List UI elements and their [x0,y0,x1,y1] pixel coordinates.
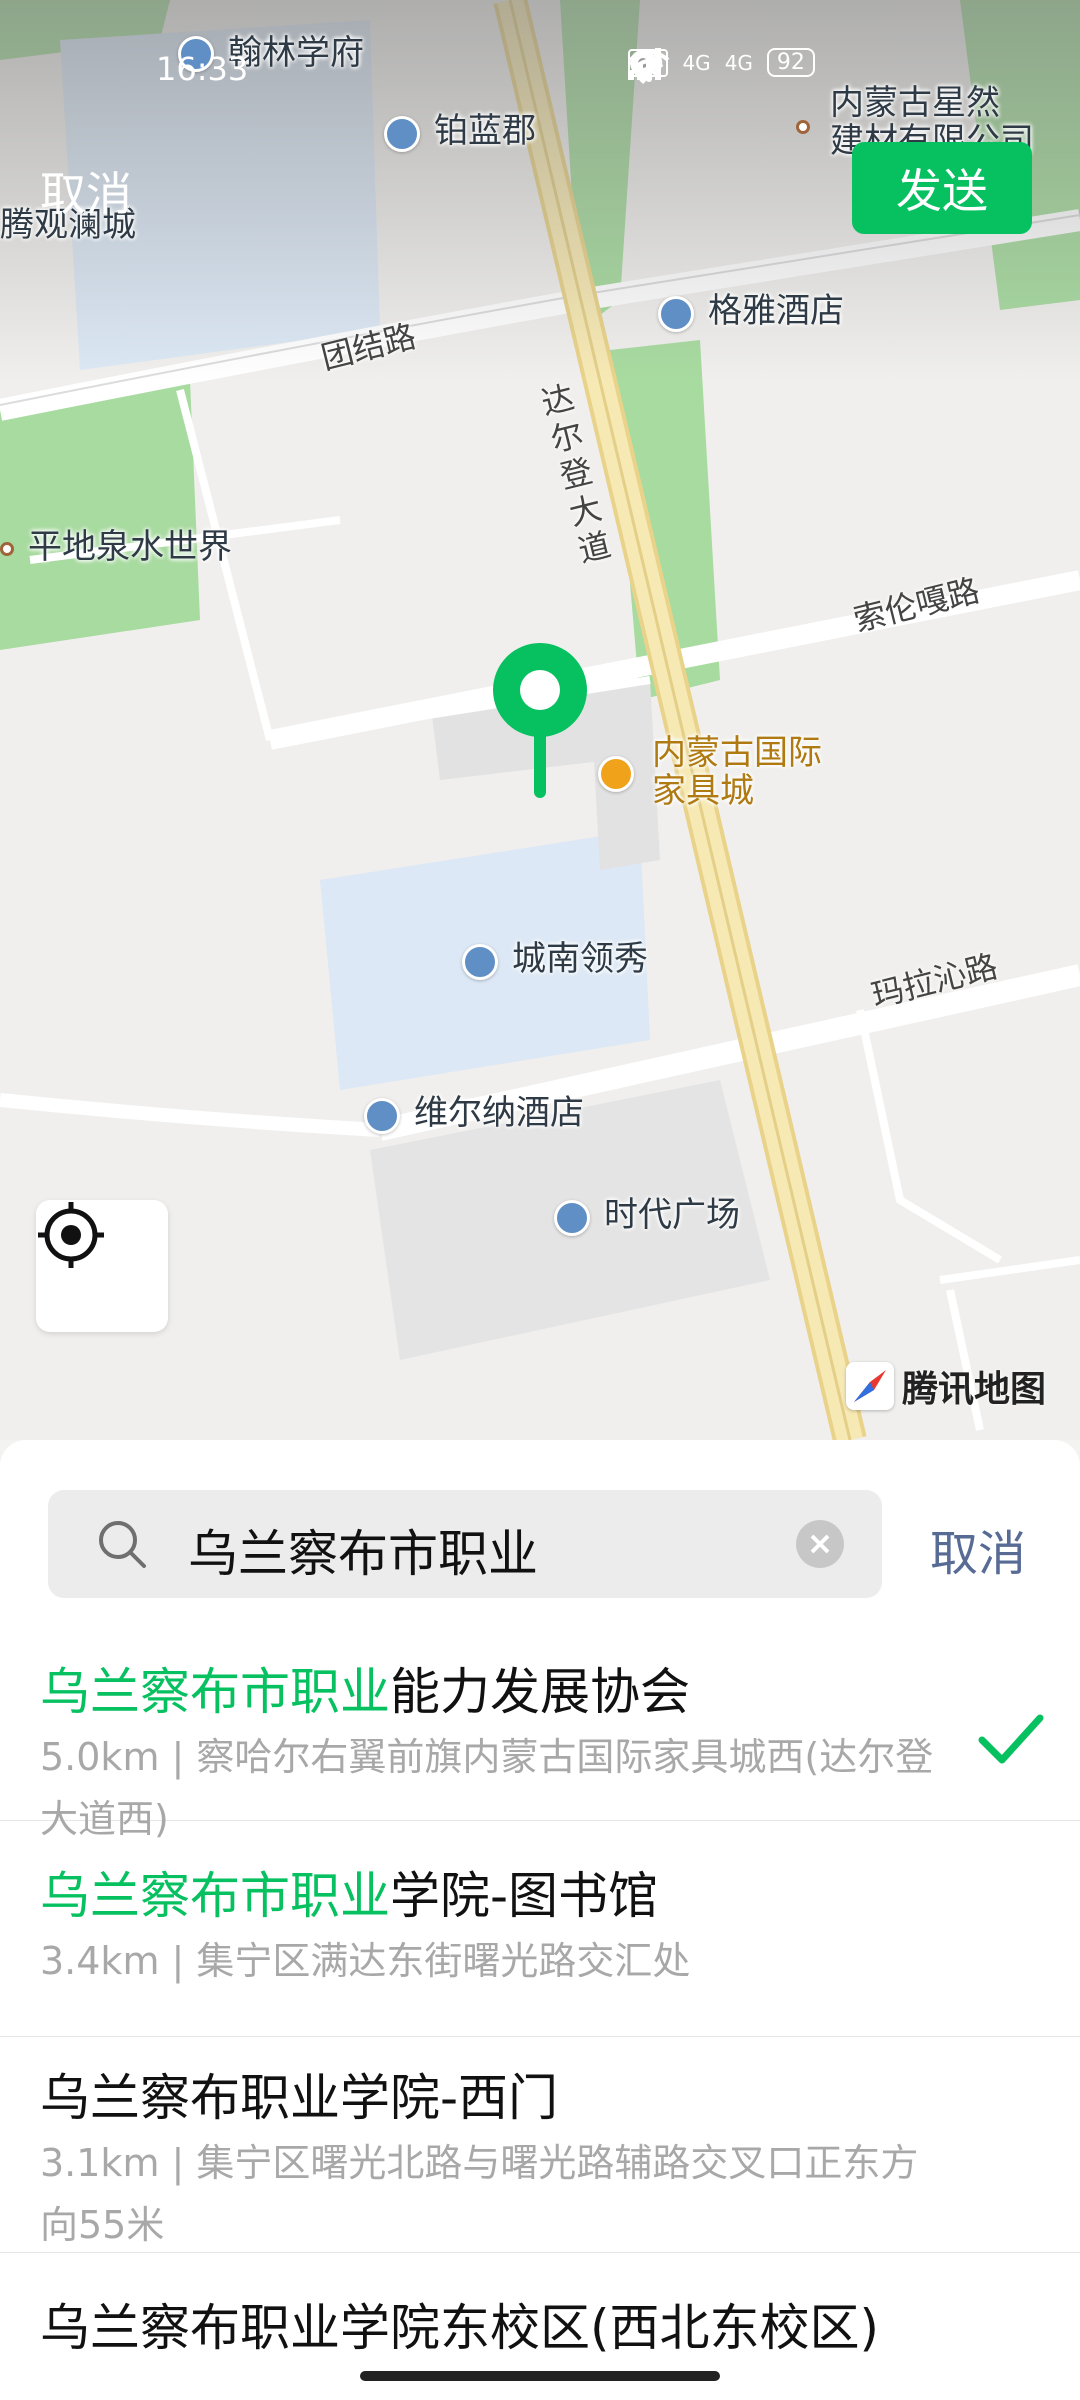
result-title-rest: 能力发展协会 [390,1663,690,1721]
poi-weierna[interactable]: 维尔纳酒店 [414,1093,584,1133]
poi-bolanjun[interactable]: 铂蓝郡 [434,111,536,151]
send-button[interactable]: 发送 [852,142,1032,234]
check-icon [978,1714,1044,1764]
location-pin-icon [493,643,587,798]
signal-icon [628,48,661,80]
list-item[interactable]: 乌兰察布市职业学院-图书馆 3.4km | 集宁区满达东街曙光路交汇处 [0,1820,1080,2037]
tencent-map-brand: 腾讯地图 [902,1369,1047,1410]
network-4g-1: 4G [682,50,711,75]
result-title-rest: 乌兰察布职业学院东校区(西北东校区) [40,2299,880,2357]
result-title-highlight: 乌兰察布市职业 [40,1663,390,1721]
result-title: 乌兰察布市职业能力发展协会 [40,1652,690,1724]
search-panel: 乌兰察布市职业 取消 乌兰察布市职业能力发展协会 5.0km | 察哈尔右翼前旗… [0,1440,1080,2400]
shopping-icon [598,756,634,792]
home-indicator[interactable] [360,2371,720,2381]
attraction-icon [0,542,14,556]
poi-pingdi[interactable]: 平地泉水世界 [28,527,232,567]
hotel-icon [658,296,694,332]
result-title-rest: 学院-图书馆 [390,1867,659,1925]
tencent-map-logo: 腾讯地图 [846,1360,1046,1412]
status-icons: HD 4G 4G 92 [628,48,815,84]
poi-furniture-line2[interactable]: 家具城 [652,771,754,811]
residential-icon [384,116,420,152]
search-query: 乌兰察布市职业 [188,1525,538,1583]
residential-icon [462,944,498,980]
company-icon [796,120,810,134]
list-item[interactable]: 乌兰察布市职业能力发展协会 5.0km | 察哈尔右翼前旗内蒙古国际家具城西(达… [0,1652,1080,1841]
clear-icon[interactable] [796,1520,844,1568]
result-title: 乌兰察布职业学院-西门 [40,2058,558,2130]
tencent-map-logo-icon [846,1362,894,1410]
poi-xingran-line1[interactable]: 内蒙古星然 [830,83,1000,123]
result-title-rest: 乌兰察布职业学院-西门 [40,2069,559,2127]
hotel-icon [364,1098,400,1134]
network-4g-2: 4G [724,50,753,75]
poi-furniture-line1[interactable]: 内蒙古国际 [652,733,822,773]
my-location-button[interactable] [36,1200,168,1332]
poi-hanlin[interactable]: 翰林学府 [228,33,364,73]
result-title: 乌兰察布职业学院东校区(西北东校区) [40,2288,879,2360]
search-icon [99,1521,146,1568]
result-title: 乌兰察布市职业学院-图书馆 [40,1856,658,1928]
poi-chengnan[interactable]: 城南领秀 [512,939,648,979]
result-subtitle: 3.4km | 集宁区满达东街曙光路交汇处 [40,1939,691,1983]
battery-icon: 92 [766,48,815,77]
map-view[interactable]: 翰林学府 铂蓝郡 内蒙古星然 建材有限公司 腾观澜城 格雅酒店 平地泉水世界 内… [0,0,1080,1440]
result-title-highlight: 乌兰察布市职业 [40,1867,390,1925]
poi-shidai[interactable]: 时代广场 [604,1195,740,1235]
poi-geya[interactable]: 格雅酒店 [708,291,844,331]
cancel-button[interactable]: 取消 [40,158,132,224]
list-item[interactable]: 乌兰察布职业学院-西门 3.1km | 集宁区曙光北路与曙光路辅路交叉口正东方向… [0,2036,1080,2253]
crosshair-icon [38,1202,104,1268]
search-input[interactable]: 乌兰察布市职业 [48,1490,882,1598]
result-subtitle: 3.1km | 集宁区曙光北路与曙光路辅路交叉口正东方向55米 [40,2141,919,2247]
building-icon [554,1200,590,1236]
search-cancel-button[interactable]: 取消 [930,1514,1026,1584]
status-time: 16:33 [156,50,249,88]
